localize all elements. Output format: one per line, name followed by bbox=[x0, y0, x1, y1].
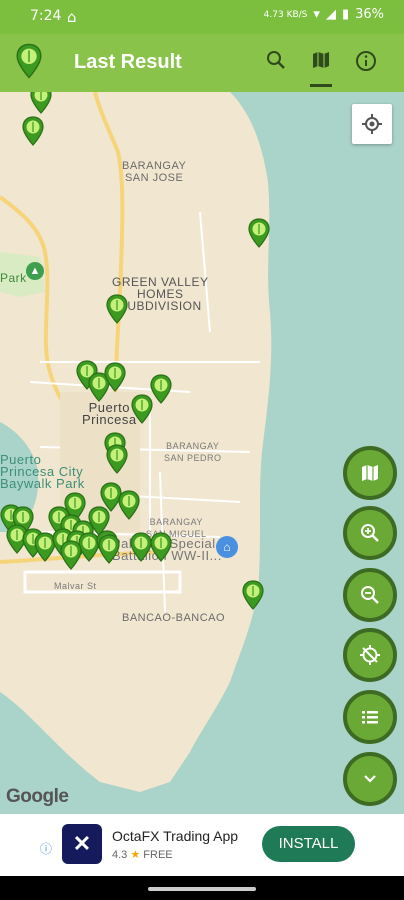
google-attribution: Google bbox=[6, 786, 69, 807]
label-barangay-san-pedro: BARANGAY SAN PEDRO bbox=[164, 441, 222, 463]
ad-banner[interactable]: ⓘ ✕ OctaFX Trading App 4.3 ★ FREE INSTAL… bbox=[0, 814, 404, 876]
crosshair-icon bbox=[362, 114, 382, 134]
map-marker-pin[interactable] bbox=[242, 580, 264, 610]
ad-rating-value: 4.3 bbox=[112, 849, 128, 861]
map-layers-button[interactable] bbox=[343, 446, 397, 500]
info-icon[interactable] bbox=[353, 50, 379, 76]
active-tab-indicator bbox=[310, 84, 332, 87]
map-view[interactable]: BARANGAY SAN JOSE GREEN VALLEY HOMES SUB… bbox=[0, 92, 404, 814]
label-puerto-princesa: Puerto Princesa bbox=[82, 400, 137, 427]
battery-icon: ▮ bbox=[341, 7, 350, 22]
home-icon: ⌂ bbox=[67, 8, 77, 26]
octafx-logo: ✕ bbox=[62, 824, 102, 864]
ad-info-icon[interactable]: ⓘ bbox=[40, 840, 52, 857]
zoom-in-button[interactable] bbox=[343, 506, 397, 560]
map-marker-pin[interactable] bbox=[30, 92, 52, 114]
map-marker-pin[interactable] bbox=[98, 534, 120, 564]
ad-app-name: OctaFX Trading App bbox=[112, 828, 239, 844]
park-tree-icon: ▲ bbox=[26, 262, 44, 280]
network-speed: 4.73 KB/S bbox=[263, 9, 308, 20]
map-marker-pin[interactable] bbox=[150, 532, 172, 562]
status-time: 7:24 bbox=[30, 8, 62, 24]
status-bar: 7:24 ⌂ 4.73 KB/S ▾ ◢ ▮ 36% bbox=[0, 0, 404, 34]
zoom-out-icon bbox=[361, 586, 379, 604]
battery-percent: 36% bbox=[355, 7, 384, 22]
map-marker-pin[interactable] bbox=[22, 116, 44, 146]
map-marker-pin[interactable] bbox=[118, 490, 140, 520]
map-icon bbox=[362, 465, 378, 481]
star-icon: ★ bbox=[130, 849, 141, 861]
list-button[interactable] bbox=[343, 690, 397, 744]
app-toolbar: Last Result bbox=[0, 34, 404, 92]
green-pin-icon bbox=[16, 43, 42, 79]
label-park: Park bbox=[0, 271, 27, 285]
map-marker-pin[interactable] bbox=[60, 540, 82, 570]
page-title: Last Result bbox=[74, 51, 182, 73]
gps-off-icon bbox=[360, 645, 380, 665]
map-marker-pin[interactable] bbox=[150, 374, 172, 404]
chevron-down-icon bbox=[364, 775, 376, 783]
system-nav-bar bbox=[0, 876, 404, 900]
ad-price: FREE bbox=[143, 849, 173, 861]
museum-icon: ⌂ bbox=[216, 536, 238, 558]
home-gesture-handle[interactable] bbox=[148, 887, 256, 891]
label-barangay-san-jose: BARANGAY SAN JOSE bbox=[122, 160, 187, 184]
map-marker-pin[interactable] bbox=[104, 362, 126, 392]
label-bancao-bancao: BANCAO-BANCAO bbox=[122, 612, 226, 624]
zoom-in-icon bbox=[361, 524, 379, 542]
ad-rating: 4.3 ★ FREE bbox=[112, 848, 173, 861]
location-off-button[interactable] bbox=[343, 628, 397, 682]
label-street: Malvar St bbox=[54, 581, 97, 591]
map-marker-pin[interactable] bbox=[131, 394, 153, 424]
label-baywalk: Puerto Princesa City Baywalk Park bbox=[0, 452, 85, 491]
collapse-button[interactable] bbox=[343, 752, 397, 806]
map-marker-pin[interactable] bbox=[130, 532, 152, 562]
status-icons: 4.73 KB/S ▾ ◢ ▮ 36% bbox=[264, 7, 384, 22]
map-icon[interactable] bbox=[308, 50, 334, 76]
search-icon[interactable] bbox=[263, 50, 289, 76]
install-button[interactable]: INSTALL bbox=[262, 826, 355, 862]
signal-icon: ◢ bbox=[325, 7, 336, 22]
wifi-icon: ▾ bbox=[313, 7, 320, 22]
map-marker-pin[interactable] bbox=[106, 294, 128, 324]
my-location-button[interactable] bbox=[352, 104, 392, 144]
list-icon bbox=[362, 711, 378, 724]
map-marker-pin[interactable] bbox=[248, 218, 270, 248]
zoom-out-button[interactable] bbox=[343, 568, 397, 622]
map-marker-pin[interactable] bbox=[106, 444, 128, 474]
